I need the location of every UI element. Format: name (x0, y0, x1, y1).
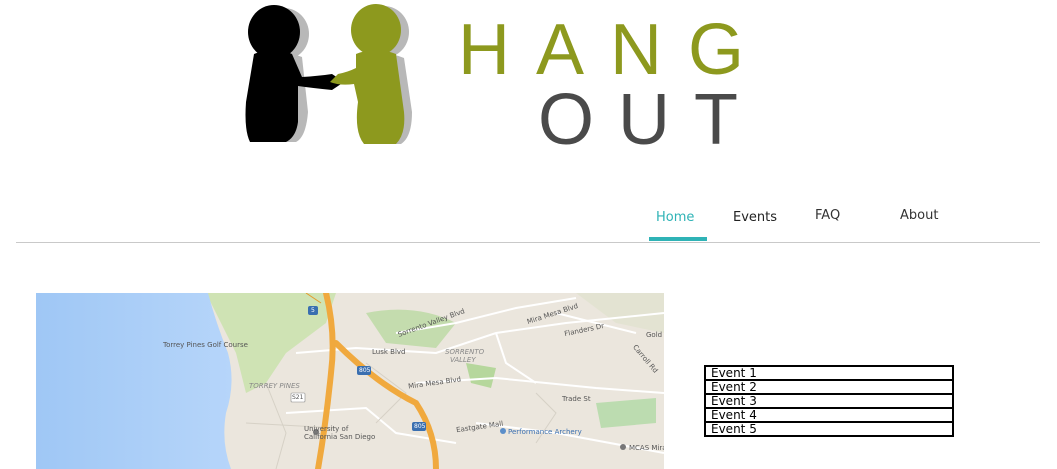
main-nav: Home Events FAQ About (0, 0, 1057, 245)
map-label-golf: Torrey Pines Golf Course (163, 341, 248, 349)
map-canvas (36, 293, 664, 469)
map-label-gold: Gold (646, 331, 663, 339)
nav-item-faq[interactable]: FAQ (815, 208, 840, 223)
map-label-torrey-pines: TORREY PINES (249, 382, 300, 390)
map-label-5: 5 (311, 307, 315, 314)
active-tab-indicator (649, 237, 707, 241)
event-item[interactable]: Event 5 (704, 421, 954, 437)
map-label-805-a: 805 (359, 367, 371, 374)
header-divider (16, 242, 1040, 243)
nav-item-home[interactable]: Home (656, 210, 694, 225)
map-label-ucsd-2: California San Diego (304, 433, 376, 441)
map-label-sorrento-1: SORRENTO (445, 348, 485, 356)
map-label-805-b: 805 (414, 423, 426, 430)
map-label-sorrento-2: VALLEY (450, 356, 476, 364)
events-list: Event 1 Event 2 Event 3 Event 4 Event 5 (704, 365, 954, 437)
map-label-ucsd-1: University of (304, 425, 349, 433)
nav-item-about[interactable]: About (900, 208, 938, 223)
map-label-archery: Performance Archery (508, 428, 582, 436)
map-view[interactable]: Torrey Pines Golf Course TORREY PINES Un… (36, 293, 664, 469)
map-label-mcas: MCAS Mirar (629, 444, 664, 452)
map-label-lusk: Lusk Blvd (372, 348, 406, 356)
nav-item-events[interactable]: Events (733, 210, 777, 225)
map-label-trade-st: Trade St (562, 395, 591, 403)
map-label-s21: S21 (292, 394, 304, 401)
